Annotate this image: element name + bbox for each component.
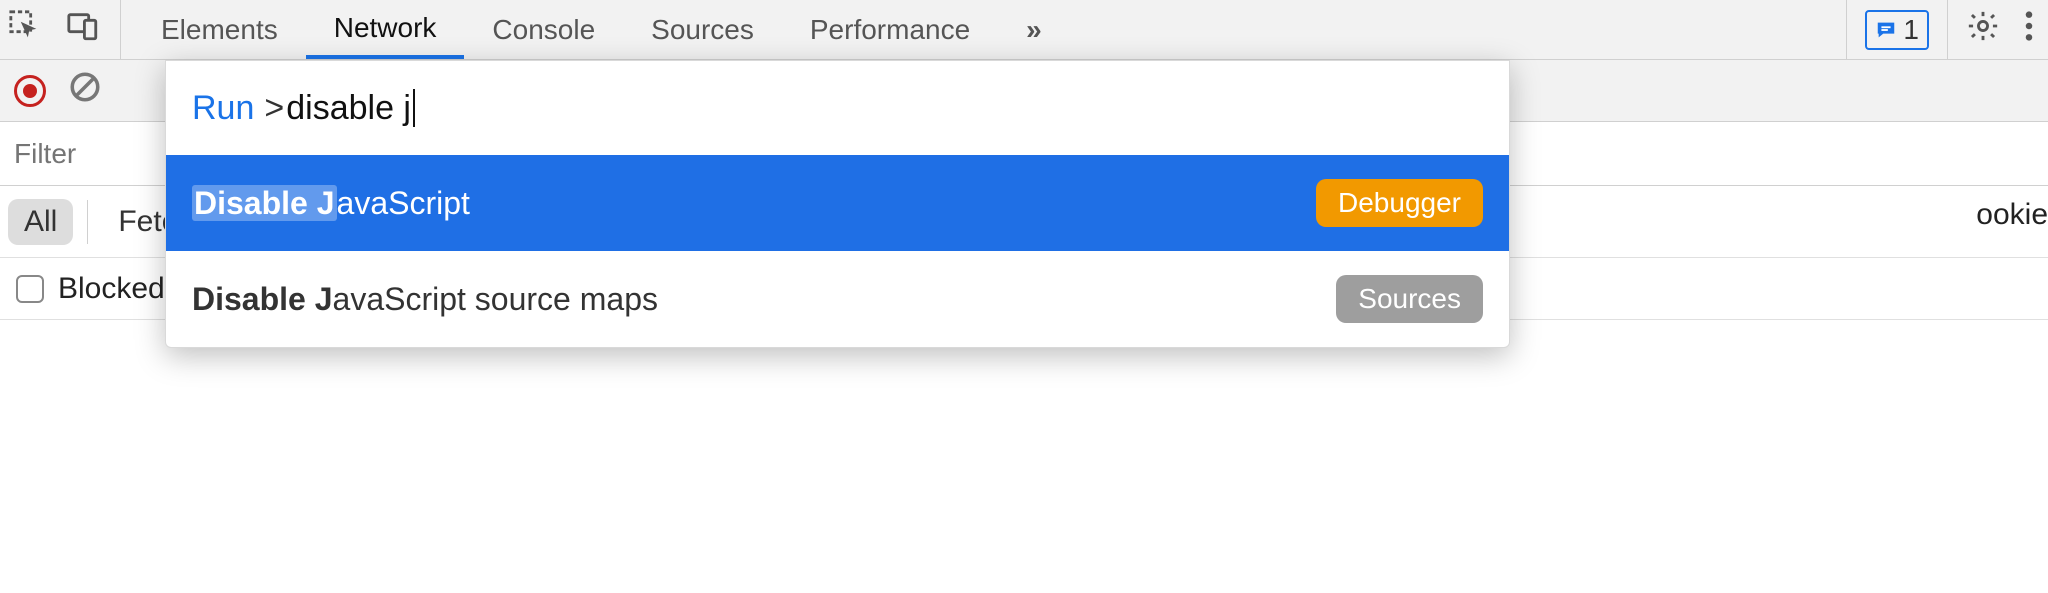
match-highlight: Disable J xyxy=(192,185,337,221)
inspect-element-icon[interactable] xyxy=(8,9,42,50)
tabbar-left-icon-group xyxy=(8,0,121,59)
issues-button[interactable]: 1 xyxy=(1865,10,1929,50)
command-palette-input-row[interactable]: Run > disable j xyxy=(166,61,1509,155)
chat-icon xyxy=(1875,19,1897,41)
record-button[interactable] xyxy=(14,75,46,107)
devtools-tabbar: Elements Network Console Sources Perform… xyxy=(0,0,2048,60)
command-category-badge: Debugger xyxy=(1316,179,1483,227)
settings-button[interactable] xyxy=(1966,9,2000,50)
tab-label: Console xyxy=(492,14,595,46)
tab-elements[interactable]: Elements xyxy=(133,0,306,59)
device-toggle-icon[interactable] xyxy=(66,9,100,50)
text-cursor xyxy=(413,89,415,127)
tabbar-right-group: 1 xyxy=(1846,0,2040,59)
prompt-prefix: > xyxy=(264,89,284,128)
tab-label: Performance xyxy=(810,14,970,46)
issues-count: 1 xyxy=(1903,14,1919,46)
truncated-text: ookie xyxy=(1976,198,2048,232)
record-icon xyxy=(14,75,46,107)
command-rest: avaScript source maps xyxy=(333,281,658,317)
tab-label: Sources xyxy=(651,14,754,46)
command-name: Disable JavaScript source maps xyxy=(192,281,658,318)
command-result-disable-js-source-maps[interactable]: Disable JavaScript source maps Sources xyxy=(166,251,1509,347)
kebab-icon xyxy=(2024,9,2034,43)
ban-icon xyxy=(68,70,102,104)
tab-sources[interactable]: Sources xyxy=(623,0,782,59)
tab-label: Elements xyxy=(161,14,278,46)
gear-icon xyxy=(1966,9,2000,43)
tab-console[interactable]: Console xyxy=(464,0,623,59)
match-highlight: Disable J xyxy=(192,281,333,317)
command-palette-query: disable j xyxy=(286,89,411,128)
chip-all[interactable]: All xyxy=(8,199,73,245)
tab-network[interactable]: Network xyxy=(306,0,465,59)
command-category-badge: Sources xyxy=(1336,275,1483,323)
blocked-checkbox[interactable] xyxy=(16,275,44,303)
tab-label: Network xyxy=(334,12,437,44)
tab-performance[interactable]: Performance xyxy=(782,0,998,59)
blocked-label: Blocked xyxy=(58,272,165,306)
command-name: Disable JavaScript xyxy=(192,185,470,222)
chevron-double-right-icon: » xyxy=(1026,14,1042,46)
filter-input[interactable] xyxy=(14,138,174,170)
clear-button[interactable] xyxy=(68,70,102,111)
tabs-overflow-button[interactable]: » xyxy=(998,0,1070,59)
divider xyxy=(1846,0,1847,59)
command-result-disable-javascript[interactable]: Disable JavaScript Debugger xyxy=(166,155,1509,251)
divider xyxy=(1947,0,1948,59)
run-label: Run xyxy=(192,89,254,128)
more-button[interactable] xyxy=(2018,9,2040,50)
divider xyxy=(87,200,88,244)
command-palette: Run > disable j Disable JavaScript Debug… xyxy=(165,60,1510,348)
command-rest: avaScript xyxy=(337,185,470,221)
tabs: Elements Network Console Sources Perform… xyxy=(133,0,1070,59)
